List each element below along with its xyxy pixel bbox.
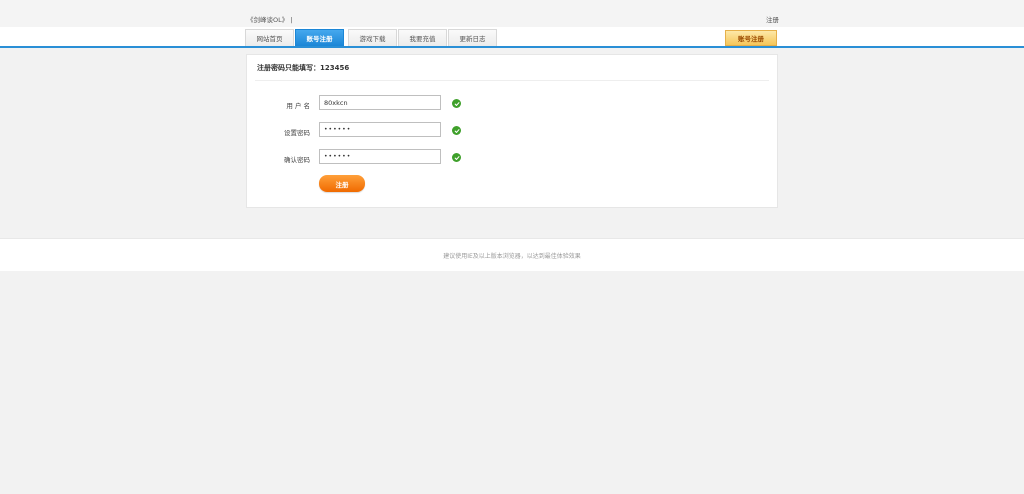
- password-field[interactable]: ••••••: [319, 122, 441, 137]
- tab-update-log[interactable]: 更新日志: [448, 29, 497, 46]
- account-register-button[interactable]: 账号注册: [725, 30, 777, 46]
- tab-account-register[interactable]: 账号注册: [295, 29, 344, 46]
- username-field[interactable]: 80xkcn: [319, 95, 441, 110]
- submit-register-button[interactable]: 注册: [319, 175, 365, 192]
- password-label: 设置密码: [284, 129, 310, 137]
- nav-underline: [0, 46, 1024, 48]
- footer-note: 建议使用IE及以上版本浏览器，以达到最佳体验效果: [443, 252, 581, 260]
- confirm-password-check-icon: [452, 153, 461, 162]
- tab-game-download[interactable]: 游戏下载: [348, 29, 397, 46]
- panel-divider: [255, 80, 769, 81]
- register-panel: 注册密码只能填写：123456 用 户 名 80xkcn 设置密码 ••••••…: [246, 54, 778, 208]
- panel-heading: 注册密码只能填写：123456: [257, 64, 350, 72]
- tab-home[interactable]: 网站首页: [245, 29, 294, 46]
- confirm-password-field[interactable]: ••••••: [319, 149, 441, 164]
- username-label: 用 户 名: [286, 102, 310, 110]
- password-check-icon: [452, 126, 461, 135]
- confirm-password-label: 确认密码: [284, 156, 310, 164]
- top-bar: [0, 0, 1024, 48]
- nav-strip: [0, 27, 1024, 47]
- top-register-link[interactable]: 注册: [766, 14, 779, 24]
- site-title: 《剑峰谈OL》 |: [247, 16, 293, 24]
- footer: 建议使用IE及以上版本浏览器，以达到最佳体验效果: [0, 238, 1024, 271]
- tab-recharge[interactable]: 我要充值: [398, 29, 447, 46]
- username-check-icon: [452, 99, 461, 108]
